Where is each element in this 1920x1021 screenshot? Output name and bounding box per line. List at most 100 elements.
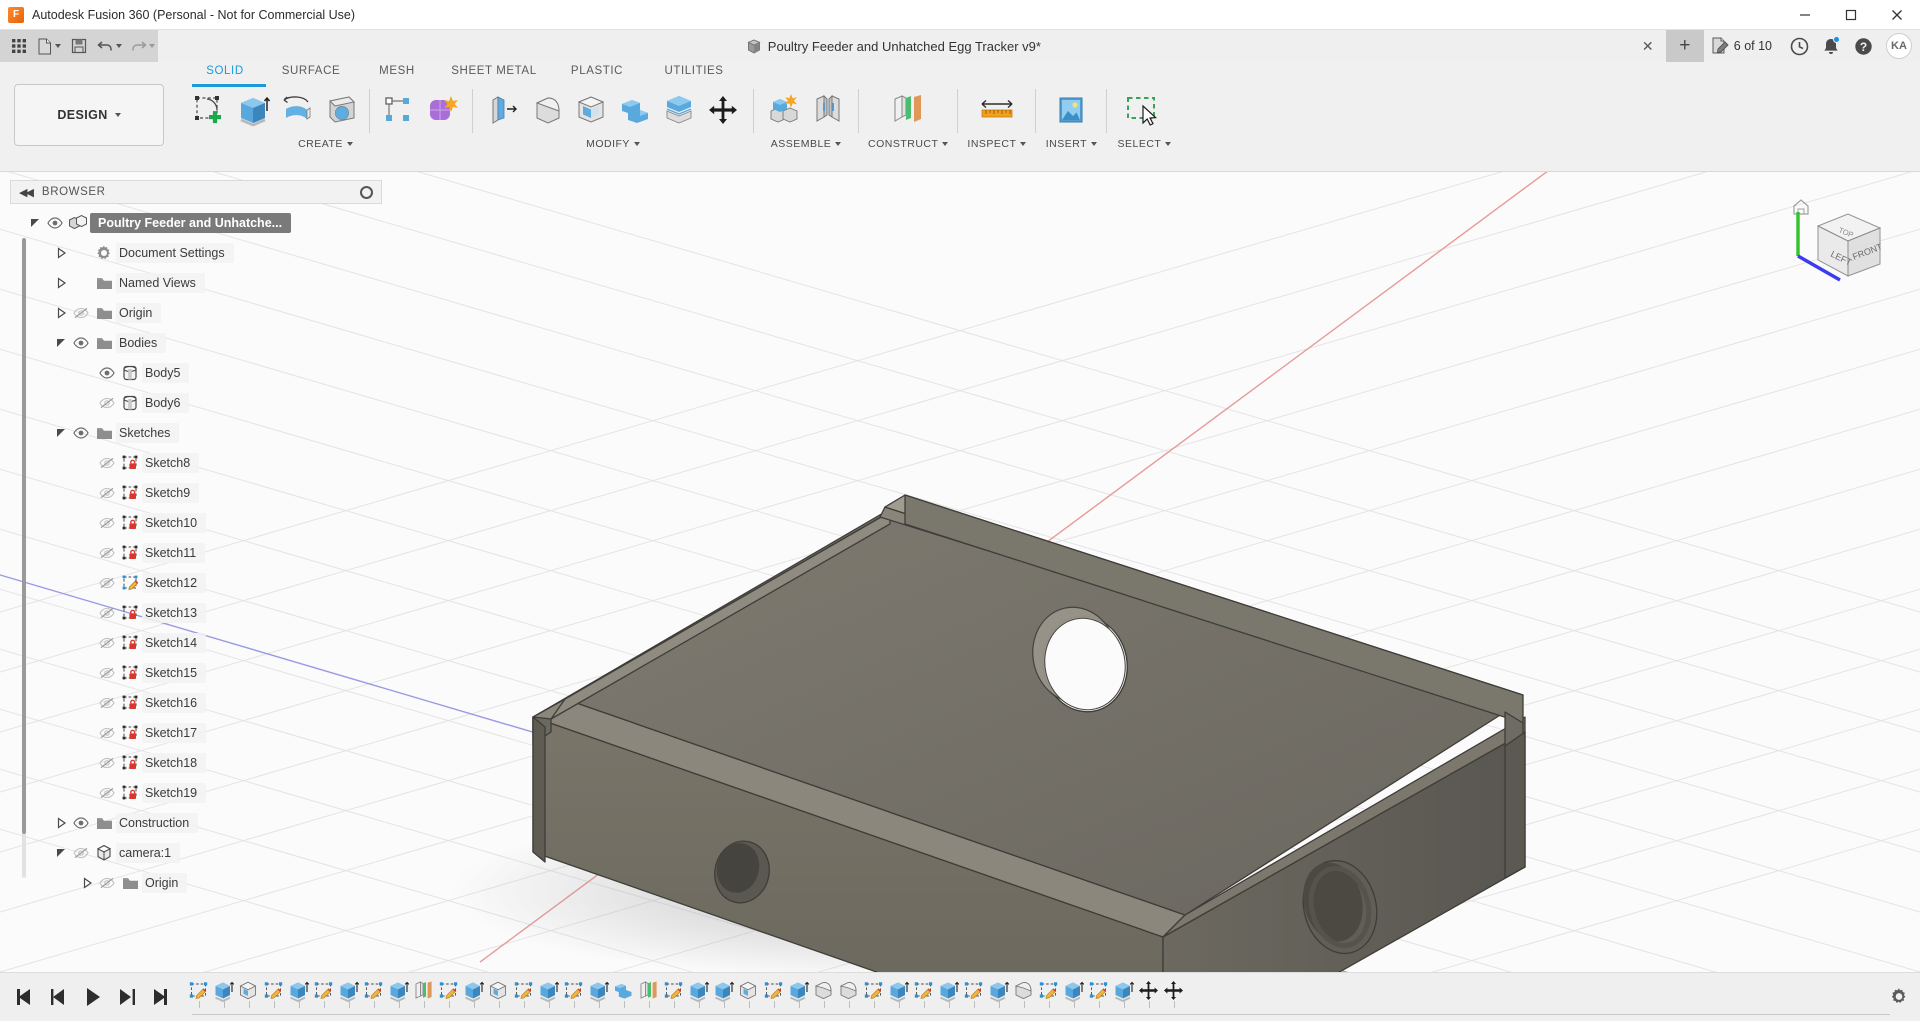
timeline-feature-21[interactable] [711, 980, 736, 1014]
visibility-toggle[interactable] [96, 697, 118, 709]
timeline-feature-26[interactable] [836, 980, 861, 1014]
tab-surface[interactable]: SURFACE [266, 65, 356, 77]
step-forward-button[interactable] [114, 984, 138, 1010]
eye-hidden-icon[interactable] [99, 877, 115, 889]
timeline-feature-37[interactable] [1111, 980, 1136, 1014]
expander-closed-icon[interactable] [55, 277, 67, 289]
browser-node-sketch10[interactable]: Sketch10 [10, 508, 382, 538]
node-expander[interactable] [78, 697, 96, 709]
close-window-button[interactable] [1874, 0, 1920, 30]
node-expander[interactable] [52, 307, 70, 319]
revolve-button[interactable] [276, 87, 318, 133]
visibility-toggle[interactable] [96, 637, 118, 649]
eye-visible-icon[interactable] [73, 427, 89, 439]
eye-hidden-icon[interactable] [99, 487, 115, 499]
create-pattern-button[interactable] [377, 87, 419, 133]
timeline-feature-1[interactable] [211, 980, 236, 1014]
visibility-toggle[interactable] [96, 667, 118, 679]
node-expander[interactable] [78, 727, 96, 739]
tab-solid[interactable]: SOLID [184, 65, 266, 77]
eye-hidden-icon[interactable] [99, 727, 115, 739]
expander-open-icon[interactable] [29, 217, 41, 229]
tab-mesh[interactable]: MESH [356, 65, 438, 77]
panel-inspect-label[interactable]: INSPECT [967, 138, 1026, 150]
timeline-feature-0[interactable] [186, 980, 211, 1014]
timeline-feature-27[interactable] [861, 980, 886, 1014]
browser-node-sketch11[interactable]: Sketch11 [10, 538, 382, 568]
node-expander[interactable] [52, 337, 70, 349]
play-forward-button[interactable] [80, 984, 104, 1010]
eye-hidden-icon[interactable] [99, 607, 115, 619]
eye-hidden-icon[interactable] [99, 517, 115, 529]
panel-create-label[interactable]: CREATE [298, 138, 353, 150]
browser-node-document-settings[interactable]: Document Settings [10, 238, 382, 268]
new-document-caret[interactable] [55, 44, 61, 48]
redo-caret[interactable] [149, 44, 155, 48]
timeline-feature-15[interactable] [561, 980, 586, 1014]
browser-node-sketch17[interactable]: Sketch17 [10, 718, 382, 748]
eye-visible-icon[interactable] [73, 817, 89, 829]
node-expander[interactable] [52, 247, 70, 259]
view-cube[interactable]: LEFT FRONT TOP [1782, 184, 1902, 294]
move-copy-button[interactable] [702, 87, 744, 133]
timeline-settings-gear-icon[interactable] [1890, 982, 1920, 1012]
expander-open-icon[interactable] [55, 847, 67, 859]
browser-node-sketch9[interactable]: Sketch9 [10, 478, 382, 508]
node-expander[interactable] [78, 757, 96, 769]
tab-sheet-metal[interactable]: SHEET METAL [438, 65, 550, 77]
step-back-button[interactable] [46, 984, 70, 1010]
measure-button[interactable] [971, 87, 1023, 133]
eye-hidden-icon[interactable] [99, 547, 115, 559]
visibility-toggle[interactable] [96, 607, 118, 619]
eye-hidden-icon[interactable] [99, 637, 115, 649]
browser-node-sketch15[interactable]: Sketch15 [10, 658, 382, 688]
new-component-button[interactable] [763, 87, 805, 133]
timeline-feature-13[interactable] [511, 980, 536, 1014]
timeline-feature-25[interactable] [811, 980, 836, 1014]
node-expander[interactable] [78, 547, 96, 559]
tab-plastic[interactable]: PLASTIC [550, 65, 644, 77]
timeline-feature-12[interactable] [486, 980, 511, 1014]
insert-canvas-button[interactable] [1045, 87, 1097, 133]
timeline-feature-4[interactable] [286, 980, 311, 1014]
timeline-feature-30[interactable] [936, 980, 961, 1014]
node-expander[interactable] [52, 817, 70, 829]
visibility-toggle[interactable] [70, 847, 92, 859]
visibility-toggle[interactable] [96, 757, 118, 769]
node-expander[interactable] [78, 637, 96, 649]
close-tab-button[interactable]: ✕ [1630, 30, 1666, 62]
visibility-toggle[interactable] [96, 367, 118, 379]
undo-caret[interactable] [116, 44, 122, 48]
avatar[interactable]: KA [1886, 33, 1912, 59]
visibility-toggle[interactable] [96, 877, 118, 889]
save-icon[interactable] [66, 33, 92, 59]
node-expander[interactable] [78, 877, 96, 889]
eye-visible-icon[interactable] [47, 217, 63, 229]
panel-assemble-label[interactable]: ASSEMBLE [771, 138, 842, 150]
visibility-toggle[interactable] [96, 517, 118, 529]
node-expander[interactable] [78, 487, 96, 499]
timeline-feature-14[interactable] [536, 980, 561, 1014]
select-button[interactable] [1116, 87, 1172, 133]
eye-visible-icon[interactable] [99, 367, 115, 379]
browser-visibility-toggle[interactable] [360, 186, 373, 199]
panel-insert-label[interactable]: INSERT [1046, 138, 1097, 150]
visibility-toggle[interactable] [96, 727, 118, 739]
fillet-button[interactable] [526, 87, 568, 133]
jump-to-beginning-button[interactable] [12, 984, 36, 1010]
browser-node-sketch12[interactable]: Sketch12 [10, 568, 382, 598]
visibility-toggle[interactable] [70, 307, 92, 319]
node-expander[interactable] [78, 607, 96, 619]
eye-hidden-icon[interactable] [99, 577, 115, 589]
panel-modify-label[interactable]: MODIFY [586, 138, 640, 150]
new-tab-button[interactable]: + [1666, 30, 1704, 62]
timeline-feature-9[interactable] [411, 980, 436, 1014]
browser-node-sketches[interactable]: Sketches [10, 418, 382, 448]
bell-icon[interactable] [1816, 31, 1846, 61]
timeline-feature-29[interactable] [911, 980, 936, 1014]
tab-utilities[interactable]: UTILITIES [644, 65, 744, 77]
timeline-feature-28[interactable] [886, 980, 911, 1014]
timeline-feature-7[interactable] [361, 980, 386, 1014]
node-expander[interactable] [52, 427, 70, 439]
browser-node-sketch16[interactable]: Sketch16 [10, 688, 382, 718]
